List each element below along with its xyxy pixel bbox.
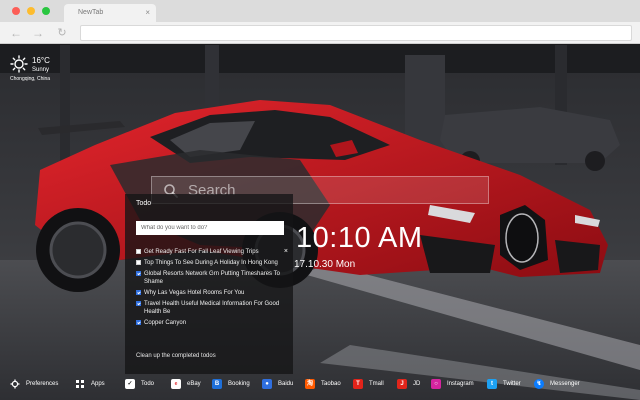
todo-item[interactable]: Travel Health Useful Medical Information… [136, 300, 288, 316]
address-bar[interactable] [80, 25, 632, 41]
apps-label: Apps [91, 381, 105, 387]
todo-input[interactable] [136, 221, 284, 235]
weather-condition: Sunny [32, 67, 50, 73]
browser-titlebar: NewTab × [0, 0, 640, 22]
instagram-icon: ○ [431, 379, 441, 389]
maximize-window-button[interactable] [42, 7, 50, 15]
clock-time: 10:10 AM [296, 222, 423, 254]
browser-tab[interactable]: NewTab × [64, 4, 156, 22]
todo-item-text: Global Resorts Network Grn Putting Times… [144, 271, 280, 285]
todo-button-label: Todo [141, 381, 155, 387]
todo-delete-icon[interactable]: × [284, 248, 288, 256]
todo-checkbox[interactable] [136, 249, 141, 254]
baidu-icon: ● [262, 379, 272, 389]
todo-list: Get Ready Fast For Fall Leaf Viewing Tri… [136, 248, 288, 330]
shortcut-label: eBay [187, 381, 201, 387]
preferences-label: Preferences [26, 381, 59, 387]
weather-temperature: 16°C [32, 56, 50, 65]
reload-icon[interactable]: ↻ [55, 26, 69, 40]
todo-item-text: Get Ready Fast For Fall Leaf Viewing Tri… [144, 249, 259, 255]
tab-close-icon[interactable]: × [145, 8, 150, 17]
todo-checkbox-checked[interactable] [136, 301, 141, 306]
sun-icon [10, 55, 28, 73]
bottom-shortcut-bar: Preferences Apps ✓ Todo e eBay B Booking… [0, 372, 640, 396]
ebay-icon: e [171, 379, 181, 389]
shortcut-label: Baidu [278, 381, 294, 387]
minimize-window-button[interactable] [27, 7, 35, 15]
forward-arrow-icon[interactable]: → [31, 26, 45, 40]
tab-title: NewTab [78, 9, 104, 16]
todo-title: Todo [136, 200, 152, 207]
messenger-icon: ↯ [534, 379, 544, 389]
shortcut-label: Tmall [369, 381, 384, 387]
todo-checkbox[interactable] [136, 260, 141, 265]
todo-item-text: Top Things To See During A Holiday In Ho… [144, 260, 278, 266]
browser-toolbar: ← → ↻ [0, 22, 640, 44]
twitter-icon: t [487, 379, 497, 389]
todo-item-text: Travel Health Useful Medical Information… [144, 301, 280, 315]
todo-item[interactable]: Why Las Vegas Hotel Rooms For You [136, 289, 288, 297]
todo-item[interactable]: Get Ready Fast For Fall Leaf Viewing Tri… [136, 248, 288, 256]
weather-location: Chongqing, China [10, 76, 51, 82]
shortcut-label: JD [413, 381, 421, 387]
todo-check-icon: ✓ [125, 379, 135, 389]
taobao-icon: 淘 [305, 379, 315, 389]
todo-item-text: Copper Canyon [144, 320, 187, 326]
todo-item[interactable]: Copper Canyon [136, 319, 288, 327]
shortcut-label: Instagram [447, 381, 474, 387]
close-window-button[interactable] [12, 7, 20, 15]
tmall-icon: T [353, 379, 363, 389]
shortcut-label: Twitter [503, 381, 521, 387]
shortcut-label: Booking [228, 381, 250, 387]
todo-panel: Todo Get Ready Fast For Fall Leaf Viewin… [125, 194, 293, 374]
booking-icon: B [212, 379, 222, 389]
cleanup-completed-link[interactable]: Clean up the completed todos [136, 353, 216, 359]
shortcut-label: Taobao [321, 381, 341, 387]
todo-checkbox-checked[interactable] [136, 320, 141, 325]
todo-item[interactable]: Global Resorts Network Grn Putting Times… [136, 270, 288, 286]
todo-checkbox-checked[interactable] [136, 271, 141, 276]
shortcut-label: Messenger [550, 381, 580, 387]
todo-item[interactable]: Top Things To See During A Holiday In Ho… [136, 259, 288, 267]
clock-date: 17.10.30 Mon [294, 259, 356, 270]
back-arrow-icon[interactable]: ← [9, 26, 23, 40]
todo-checkbox-checked[interactable] [136, 290, 141, 295]
apps-grid-icon [76, 380, 84, 388]
jd-icon: J [397, 379, 407, 389]
todo-item-text: Why Las Vegas Hotel Rooms For You [144, 290, 245, 296]
gear-icon [10, 379, 20, 389]
